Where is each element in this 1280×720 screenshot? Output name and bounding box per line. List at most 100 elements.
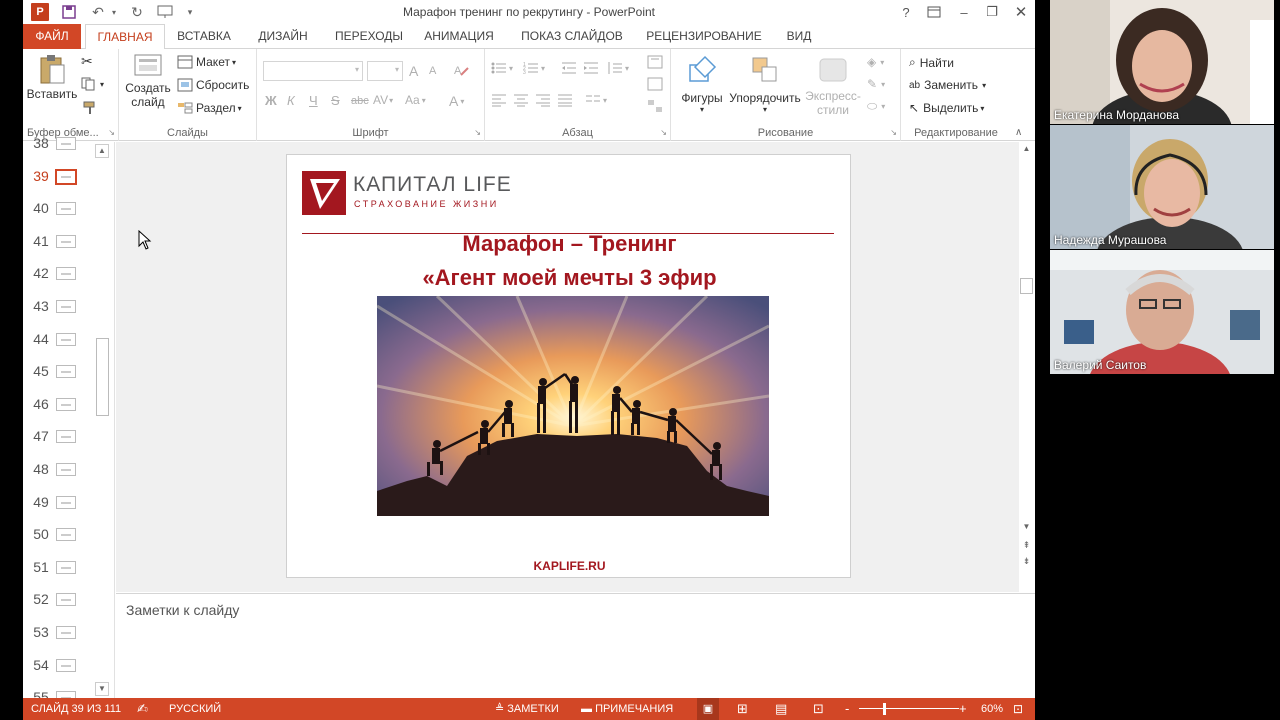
paragraph-launcher-icon[interactable]: ↘ xyxy=(660,128,667,137)
scroll-down-icon[interactable]: ▼ xyxy=(1020,522,1033,534)
slide-thumbnail-number: 42 xyxy=(33,265,49,282)
save-icon[interactable] xyxy=(59,3,79,21)
smartart-icon[interactable] xyxy=(647,99,663,113)
normal-view-icon[interactable]: ▣ xyxy=(697,698,719,720)
strikethrough-icon[interactable]: S xyxy=(331,93,340,108)
scroll-thumb[interactable] xyxy=(96,338,109,416)
quick-styles-button[interactable]: Экспресс- стили xyxy=(805,55,861,117)
scroll-up-icon[interactable]: ▲ xyxy=(95,144,109,158)
underline-icon[interactable]: Ч xyxy=(309,93,318,108)
shape-fill-icon[interactable]: ◈ ▾ xyxy=(867,55,884,69)
numbering-icon[interactable]: 1 2 3 ▾ xyxy=(523,61,545,75)
tab-view[interactable]: ВИД xyxy=(779,24,819,49)
participant-tile[interactable]: Валерий Саитов xyxy=(1050,250,1274,374)
columns-icon[interactable]: ▾ xyxy=(585,93,607,107)
tab-insert[interactable]: ВСТАВКА xyxy=(173,24,235,49)
line-spacing-icon[interactable]: ▾ xyxy=(607,61,629,75)
font-size-combobox[interactable]: ▾ xyxy=(367,61,403,81)
notes-pane[interactable]: Заметки к слайду xyxy=(116,593,1035,698)
text-direction-icon[interactable] xyxy=(647,55,663,69)
arrange-button[interactable]: Упорядочить ▾ xyxy=(727,55,803,114)
replace-button[interactable]: ab Заменить ▾ xyxy=(909,78,986,92)
collapse-ribbon-icon[interactable]: ∧ xyxy=(1015,127,1022,138)
tab-design[interactable]: ДИЗАЙН xyxy=(251,24,315,49)
zoom-slider-thumb[interactable] xyxy=(883,703,886,715)
scroll-down-icon[interactable]: ▼ xyxy=(95,682,109,696)
slide-canvas[interactable]: КАПИТАЛ LIFE СТРАХОВАНИЕ ЖИЗНИ Марафон –… xyxy=(286,154,851,578)
thumbnails-scrollbar[interactable]: ▲ ▼ xyxy=(95,142,111,698)
undo-dropdown-icon[interactable]: ▾ xyxy=(109,3,119,21)
fit-slide-icon[interactable]: ⊡ xyxy=(1013,698,1023,720)
zoom-level[interactable]: 60% xyxy=(981,698,1003,720)
scroll-thumb[interactable] xyxy=(1020,278,1033,294)
slide-thumbnail-image xyxy=(56,430,76,444)
find-button[interactable]: ⌕ Найти xyxy=(909,55,954,70)
shrink-font-icon[interactable]: A xyxy=(429,65,436,77)
undo-icon[interactable]: ↶ xyxy=(87,3,109,21)
bullets-icon[interactable]: ▾ xyxy=(491,61,513,75)
copy-icon[interactable]: ▾ xyxy=(81,77,104,91)
reset-button[interactable]: Сбросить xyxy=(177,78,249,92)
bold-icon[interactable]: Ж xyxy=(265,93,277,108)
italic-icon[interactable]: К xyxy=(287,93,295,108)
increase-indent-icon[interactable] xyxy=(583,61,599,75)
participant-tile[interactable]: Надежда Мурашова xyxy=(1050,125,1274,249)
format-painter-icon[interactable] xyxy=(83,101,97,115)
align-left-icon[interactable] xyxy=(491,93,507,107)
section-button[interactable]: Раздел ▾ xyxy=(177,101,242,115)
cut-icon[interactable]: ✂ xyxy=(81,53,93,70)
find-icon: ⌕ xyxy=(909,55,916,69)
slideshow-view-icon[interactable]: ⊡ xyxy=(813,698,824,720)
restore-icon[interactable]: ❐ xyxy=(981,2,1003,22)
notes-toggle[interactable]: ≜ ЗАМЕТКИ xyxy=(495,698,559,720)
clear-formatting-icon[interactable]: A xyxy=(453,63,469,77)
shapes-button[interactable]: Фигуры ▾ xyxy=(679,55,725,114)
redo-icon[interactable]: ↻ xyxy=(127,3,147,21)
paste-button[interactable]: Вставить xyxy=(27,53,77,113)
shape-effects-icon[interactable]: ⬭ ▾ xyxy=(867,99,885,114)
shape-outline-icon[interactable]: ✎ ▾ xyxy=(867,77,885,91)
font-name-combobox[interactable]: ▾ xyxy=(263,61,363,81)
previous-slide-icon[interactable]: ⇞ xyxy=(1020,540,1033,554)
zoom-out-button[interactable]: - xyxy=(845,698,849,720)
zoom-in-button[interactable]: + xyxy=(959,698,967,720)
tab-review[interactable]: РЕЦЕНЗИРОВАНИЕ xyxy=(645,24,763,49)
participant-tile[interactable]: Екатерина Морданова xyxy=(1050,0,1274,124)
select-button[interactable]: ↖ Выделить ▾ xyxy=(909,101,984,115)
layout-button[interactable]: Макет ▾ xyxy=(177,55,236,69)
help-button[interactable]: ? xyxy=(895,2,917,22)
zoom-slider[interactable] xyxy=(859,708,959,709)
drawing-launcher-icon[interactable]: ↘ xyxy=(890,128,897,137)
ribbon-display-options-icon[interactable] xyxy=(923,2,945,22)
justify-icon[interactable] xyxy=(557,93,573,107)
comment-icon: ▬ xyxy=(581,703,592,715)
tab-animation[interactable]: АНИМАЦИЯ xyxy=(419,24,499,49)
spell-check-icon[interactable]: ✍ xyxy=(137,698,148,720)
next-slide-icon[interactable]: ⇟ xyxy=(1020,556,1033,570)
slide-sorter-icon[interactable]: ⊞ xyxy=(737,698,748,720)
tab-file[interactable]: ФАЙЛ xyxy=(23,24,81,49)
character-spacing-icon[interactable]: AV ▾ xyxy=(373,93,393,107)
customize-quick-access-icon[interactable]: ▾ xyxy=(183,3,197,21)
grow-font-icon[interactable]: A xyxy=(409,63,418,79)
font-launcher-icon[interactable]: ↘ xyxy=(474,128,481,137)
change-case-icon[interactable]: Aa ▾ xyxy=(405,93,426,107)
tab-home[interactable]: ГЛАВНАЯ xyxy=(85,24,165,50)
close-icon[interactable]: ✕ xyxy=(1010,2,1032,22)
decrease-indent-icon[interactable] xyxy=(561,61,577,75)
reading-view-icon[interactable]: ▤ xyxy=(775,698,787,720)
slideshow-start-icon[interactable] xyxy=(155,3,175,21)
language-indicator[interactable]: РУССКИЙ xyxy=(169,698,221,720)
font-color-icon[interactable]: A ▾ xyxy=(449,93,464,109)
scroll-up-icon[interactable]: ▲ xyxy=(1020,144,1033,156)
tab-slideshow[interactable]: ПОКАЗ СЛАЙДОВ xyxy=(517,24,627,49)
comments-toggle[interactable]: ▬ ПРИМЕЧАНИЯ xyxy=(581,698,673,720)
align-center-icon[interactable] xyxy=(513,93,529,107)
shadow-text-icon[interactable]: abc xyxy=(351,95,369,107)
new-slide-button[interactable]: Создать слайд xyxy=(125,53,171,109)
minimize-icon[interactable]: – xyxy=(953,2,975,22)
tab-transitions[interactable]: ПЕРЕХОДЫ xyxy=(329,24,409,49)
align-text-icon[interactable] xyxy=(647,77,663,91)
slide-scrollbar[interactable]: ▲ ▼ ⇞ ⇟ xyxy=(1019,142,1035,592)
align-right-icon[interactable] xyxy=(535,93,551,107)
